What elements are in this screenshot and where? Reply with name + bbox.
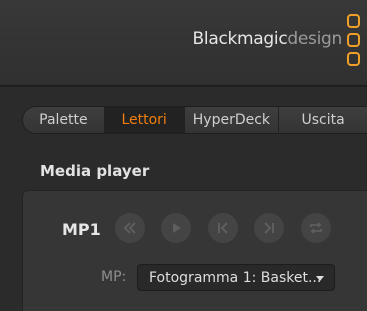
skip-to-end-icon [264,222,274,234]
play-button[interactable] [161,213,191,243]
media-player-panel [22,190,367,311]
media-select-dropdown[interactable]: Fotogramma 1: Basket... [137,264,335,291]
play-icon [173,223,181,233]
brand-name-part1: Blackmagic [192,29,288,49]
rewind-icon [123,222,136,234]
tab-bar: Palette Lettori HyperDeck Uscita [22,106,367,134]
skip-to-end-button[interactable] [254,213,284,243]
tab-lettori[interactable]: Lettori [104,107,185,133]
section-title: Media player [40,162,150,180]
chevron-down-icon [316,276,324,281]
media-select-value: Fotogramma 1: Basket... [149,269,322,286]
brand-name-part2: design [287,29,342,49]
brand-wordmark: Blackmagicdesign [192,29,343,49]
mp-select-label: MP: [101,269,127,285]
tab-uscita[interactable]: Uscita [279,107,367,133]
loop-icon [310,222,322,234]
tab-palette[interactable]: Palette [23,107,105,133]
tab-hyperdeck[interactable]: HyperDeck [184,107,280,133]
rewind-button[interactable] [115,213,145,243]
header-divider [0,86,367,87]
blackmagic-logo-icon [346,14,364,68]
skip-to-start-button[interactable] [208,213,238,243]
skip-to-start-icon [218,222,228,234]
header-bar: Blackmagicdesign [0,0,367,86]
media-player-label: MP1 [62,220,101,239]
loop-button[interactable] [301,213,331,243]
